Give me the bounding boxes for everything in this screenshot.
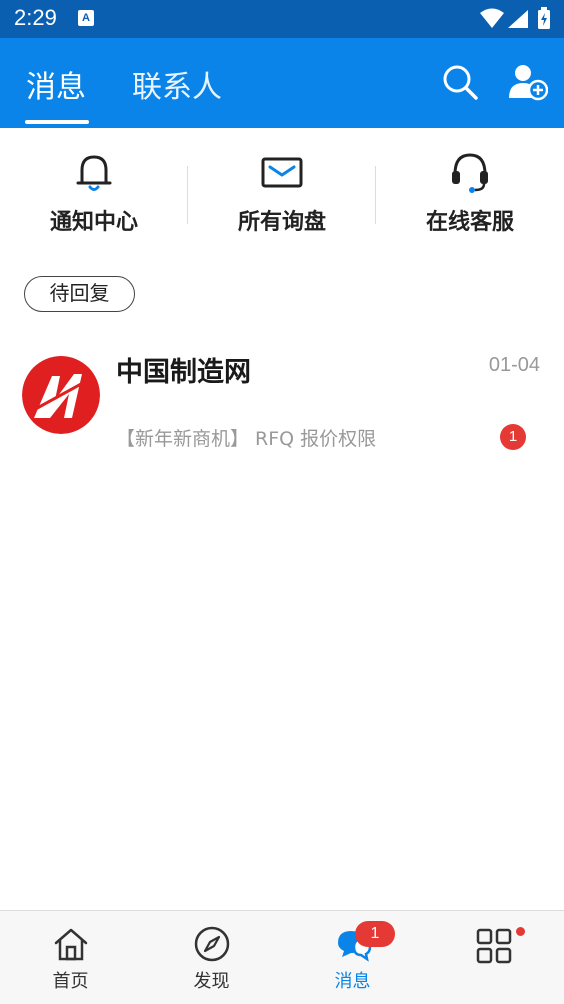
status-icons (480, 7, 550, 29)
all-inquiries-label: 所有询盘 (237, 210, 326, 235)
tab-contacts[interactable]: 联系人 (132, 62, 222, 106)
grid-apps-icon (476, 928, 511, 964)
nav-home[interactable]: 首页 (0, 911, 141, 1004)
notification-center-label: 通知中心 (49, 210, 138, 235)
status-bar: 2:29 A (0, 0, 564, 38)
nav-home-label: 首页 (52, 971, 89, 992)
message-list-item[interactable]: 中国制造网 01-04 【新年新商机】 RFQ 报价权限 1 (0, 340, 564, 460)
unread-badge: 1 (500, 424, 526, 450)
bell-icon (76, 155, 112, 191)
nav-messages-label: 消息 (334, 971, 371, 992)
compass-icon (194, 926, 229, 962)
message-date: 01-04 (488, 354, 540, 376)
status-time: 2:29 (14, 5, 57, 30)
nav-messages[interactable]: 1 消息 (282, 911, 423, 1004)
online-service-label: 在线客服 (425, 210, 514, 235)
sender-name: 中国制造网 (116, 357, 251, 388)
nav-discover[interactable]: 发现 (141, 911, 282, 1004)
nav-apps-dot (516, 927, 525, 936)
active-tab-indicator (25, 120, 89, 124)
notification-center-button[interactable]: 通知中心 (0, 150, 188, 236)
all-inquiries-button[interactable]: 所有询盘 (188, 150, 376, 236)
tab-messages[interactable]: 消息 (26, 62, 86, 106)
notification-a-icon: A (78, 10, 94, 26)
add-user-icon[interactable] (508, 62, 548, 102)
online-service-button[interactable]: 在线客服 (376, 150, 564, 236)
headset-icon (452, 153, 488, 193)
pending-reply-filter[interactable]: 待回复 (24, 276, 135, 312)
nav-apps[interactable] (423, 911, 564, 1004)
message-preview: 【新年新商机】 RFQ 报价权限 (116, 428, 377, 450)
quick-actions: 通知中心 所有询盘 在线客服 (0, 128, 564, 258)
battery-icon (538, 7, 550, 29)
app-header: 消息 联系人 (0, 38, 564, 128)
bottom-nav: 首页 发现 1 消息 (0, 910, 564, 1004)
envelope-icon (261, 157, 303, 188)
search-icon[interactable] (440, 62, 480, 102)
made-in-china-logo (22, 356, 100, 434)
wifi-icon (480, 8, 504, 28)
nav-discover-label: 发现 (193, 971, 230, 992)
nav-messages-badge: 1 (355, 921, 395, 947)
home-icon (54, 928, 87, 961)
signal-icon (508, 10, 528, 28)
